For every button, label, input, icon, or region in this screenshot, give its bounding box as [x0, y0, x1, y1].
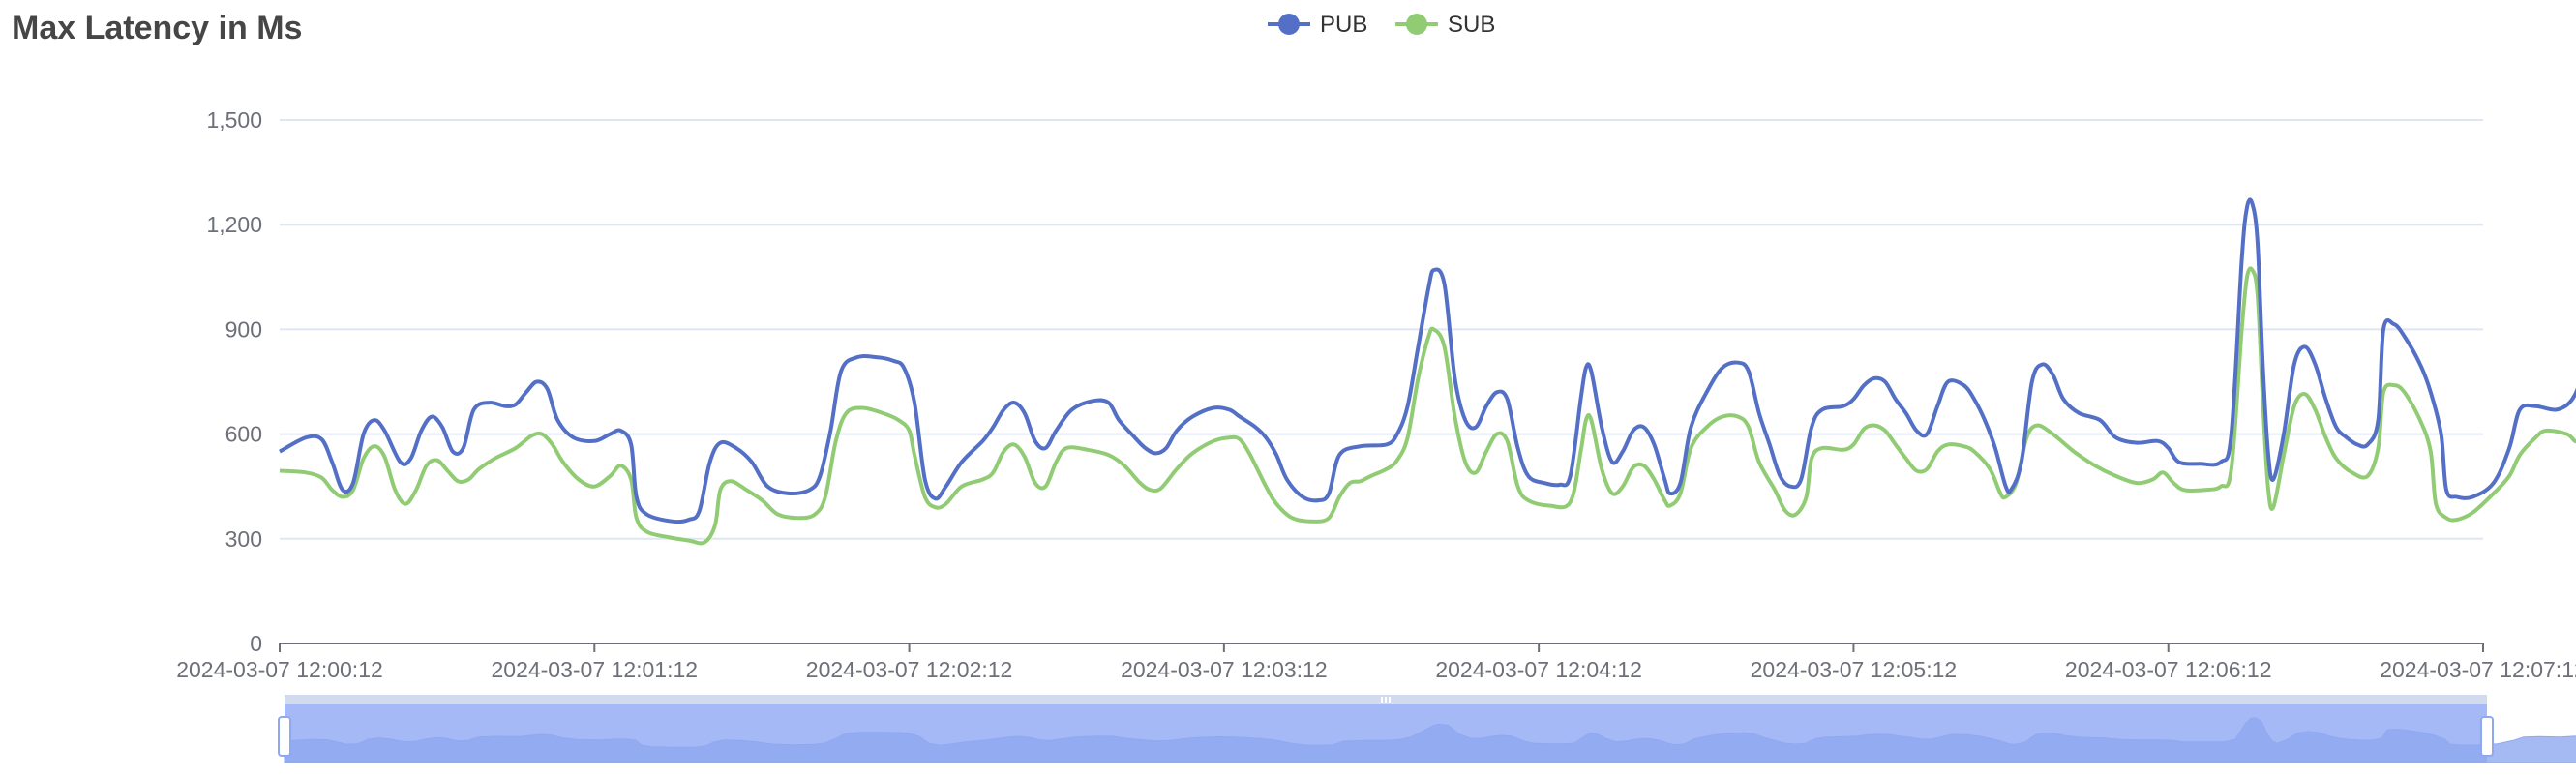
- x-tick-label: 2024-03-07 12:06:12: [2065, 657, 2272, 682]
- series-lines: [279, 194, 2576, 546]
- slider-right-handle[interactable]: [2480, 716, 2494, 757]
- legend-item-sub[interactable]: SUB: [1395, 12, 1495, 38]
- slider-grip-icon: [1389, 697, 1391, 703]
- legend-marker-icon: [1406, 14, 1427, 35]
- x-tick-label: 2024-03-07 12:01:12: [491, 657, 698, 682]
- y-tick-label: 300: [225, 526, 262, 552]
- y-tick-label: 0: [250, 631, 262, 656]
- x-axis: [279, 643, 2484, 652]
- latency-line-chart: 0 300 600 900 1,200 1,500 2024-03-07 12:00:12…: [176, 12, 2576, 763]
- slider-left-handle[interactable]: [278, 716, 291, 757]
- series-line-pub[interactable]: [279, 194, 2576, 543]
- y-tick-label: 1,500: [206, 107, 262, 133]
- slider-grip-icon: [1381, 697, 1383, 703]
- legend-label: PUB: [1320, 12, 1367, 38]
- x-tick-label: 2024-03-07 12:04:12: [1435, 657, 1642, 682]
- legend[interactable]: PUB SUB: [1268, 12, 1495, 38]
- slider-grip-icon: [1385, 697, 1387, 703]
- y-tick-label: 900: [225, 316, 262, 342]
- legend-item-pub[interactable]: PUB: [1268, 12, 1367, 38]
- legend-label: SUB: [1448, 12, 1495, 38]
- y-axis-labels: 0 300 600 900 1,200 1,500: [206, 107, 262, 656]
- y-tick-label: 1,200: [206, 212, 262, 237]
- x-tick-label: 2024-03-07 12:02:12: [806, 657, 1013, 682]
- x-axis-labels: 2024-03-07 12:00:12 2024-03-07 12:01:12 20…: [176, 657, 2576, 682]
- legend-marker-icon: [1278, 14, 1300, 35]
- x-tick-label: 2024-03-07 12:00:12: [176, 657, 383, 682]
- x-tick-label: 2024-03-07 12:07:12: [2380, 657, 2576, 682]
- y-tick-label: 600: [225, 422, 262, 447]
- x-tick-label: 2024-03-07 12:05:12: [1751, 657, 1958, 682]
- x-tick-label: 2024-03-07 12:03:12: [1121, 657, 1328, 682]
- data-zoom-slider[interactable]: [278, 695, 2576, 763]
